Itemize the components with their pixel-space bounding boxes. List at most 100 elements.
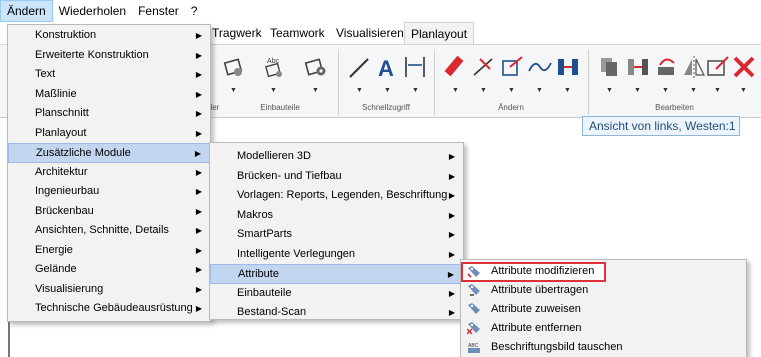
dropdown-caret-icon[interactable]: ▼ xyxy=(536,87,543,94)
menu-aendern[interactable]: Ändern xyxy=(0,0,53,22)
menu3-item-attribute-übertragen[interactable]: Attribute übertragen xyxy=(461,281,746,301)
menu-item-label: Modellieren 3D xyxy=(237,150,311,162)
dropdown-caret-icon[interactable]: ▼ xyxy=(606,87,613,94)
move-tool-icon[interactable]: ▼ xyxy=(624,53,652,94)
delete-tool-icon[interactable]: ▼ xyxy=(730,53,758,94)
dropdown-caret-icon[interactable]: ▼ xyxy=(740,87,747,94)
dropdown-caret-icon[interactable]: ▼ xyxy=(564,87,571,94)
submenu-arrow-icon: ▶ xyxy=(195,50,202,60)
menu-item-label: Planlayout xyxy=(35,126,87,139)
dropdown-caret-icon[interactable]: ▼ xyxy=(714,87,721,94)
menu-item-label: Brücken- und Tiefbau xyxy=(237,169,342,182)
view-label: Ansicht von links, Westen:1 xyxy=(582,116,740,136)
menu-item-label: Erweiterte Konstruktion xyxy=(35,48,149,61)
svg-text:A: A xyxy=(378,56,394,81)
eraser-tool-icon[interactable]: ▼ xyxy=(442,53,470,94)
dropdown-caret-icon[interactable]: ▼ xyxy=(508,87,515,94)
dropdown-caret-icon[interactable]: ▼ xyxy=(480,87,487,94)
menu1-item-erweiterte-konstruktion[interactable]: Erweiterte Konstruktion ▶ xyxy=(8,46,210,66)
dropdown-caret-icon[interactable]: ▼ xyxy=(634,87,641,94)
menu1-item-technische-gebäudeausrüstung[interactable]: Technische Gebäudeausrüstung ▶ xyxy=(8,299,210,319)
menu-help[interactable]: ? xyxy=(185,0,204,22)
grid-tool-icon[interactable]: ▼ xyxy=(220,53,248,94)
join-tool-icon[interactable]: ▼ xyxy=(554,53,582,94)
menu2-item-makros[interactable]: Makros ▶ xyxy=(210,206,463,226)
menu-item-label: Gelände xyxy=(35,263,77,275)
dropdown-caret-icon[interactable]: ▼ xyxy=(356,87,363,94)
dropdown-caret-icon[interactable]: ▼ xyxy=(270,87,277,94)
menu2-item-einbauteile[interactable]: Einbauteile ▶ xyxy=(210,284,463,304)
submenu-arrow-icon: ▶ xyxy=(448,249,455,259)
menu-zusaetzliche-module: Modellieren 3D ▶ Brücken- und Tiefbau ▶ Vorl… xyxy=(209,142,464,320)
menu-item-label: Beschriftungsbild tauschen xyxy=(491,341,623,353)
submenu-arrow-icon: ▶ xyxy=(194,149,201,158)
submenu-arrow-icon: ▶ xyxy=(195,89,202,99)
resize-tool-icon[interactable]: ▼ xyxy=(704,53,732,94)
dropdown-caret-icon[interactable]: ▼ xyxy=(452,87,459,94)
menu1-item-architektur[interactable]: Architektur ▶ xyxy=(8,163,210,183)
menu3-item-attribute-entfernen[interactable]: Attribute entfernen xyxy=(461,319,746,339)
menu1-item-ingenieurbau[interactable]: Ingenieurbau ▶ xyxy=(8,182,210,202)
menu3-item-beschriftungsbild-tauschen[interactable]: ABC Beschriftungsbild tauschen xyxy=(461,338,746,357)
dropdown-caret-icon[interactable]: ▼ xyxy=(690,87,697,94)
menu1-item-gelände[interactable]: Gelände ▶ xyxy=(8,260,210,280)
menu1-item-visualisierung[interactable]: Visualisierung ▶ xyxy=(8,280,210,300)
menu-item-label: Bestand-Scan xyxy=(237,306,307,318)
menu2-item-brücken-und-tiefbau[interactable]: Brücken- und Tiefbau ▶ xyxy=(210,167,463,187)
attribute-modify-icon xyxy=(467,265,481,278)
tab-visualisieren[interactable]: Visualisieren xyxy=(330,22,410,44)
menu3-item-attribute-zuweisen[interactable]: Attribute zuweisen xyxy=(461,300,746,320)
menu2-item-bestand-scan[interactable]: Bestand-Scan ▶ xyxy=(210,303,463,323)
text-tool-icon[interactable]: A ▼ xyxy=(374,53,402,94)
tab-teamwork[interactable]: Teamwork xyxy=(264,22,331,44)
copy-tool-icon[interactable]: ▼ xyxy=(596,53,624,94)
menu-item-label: Architektur xyxy=(35,165,88,178)
submenu-arrow-icon: ▶ xyxy=(195,206,202,216)
curve-tool-icon[interactable]: ▼ xyxy=(526,53,554,94)
submenu-arrow-icon: ▶ xyxy=(448,191,455,200)
submenu-arrow-icon: ▶ xyxy=(195,265,202,274)
submenu-arrow-icon: ▶ xyxy=(448,308,455,317)
group-label-schnellzugriff: Schnellzugriff xyxy=(362,103,410,112)
submenu-arrow-icon: ▶ xyxy=(195,187,202,196)
dropdown-caret-icon[interactable]: ▼ xyxy=(662,87,669,94)
menu1-item-brückenbau[interactable]: Brückenbau ▶ xyxy=(8,202,210,222)
menu2-item-modellieren-3d[interactable]: Modellieren 3D ▶ xyxy=(210,147,463,167)
menu1-item-ansichten-schnitte-details[interactable]: Ansichten, Schnitte, Details ▶ xyxy=(8,221,210,241)
tab-tragwerk[interactable]: Tragwerk xyxy=(206,22,268,44)
menu1-item-planlayout[interactable]: Planlayout ▶ xyxy=(8,124,210,144)
menu1-item-konstruktion[interactable]: Konstruktion ▶ xyxy=(8,26,210,46)
settings-tool-icon[interactable]: ▼ xyxy=(302,53,330,94)
menu1-item-zusätzliche-module[interactable]: Zusätzliche Module ▶ xyxy=(8,143,210,163)
menu3-item-attribute-modifizieren[interactable]: Attribute modifizieren xyxy=(461,262,606,282)
attribute-remove-icon xyxy=(466,322,481,335)
menu-item-label: Zusätzliche Module xyxy=(36,147,131,159)
menu-wiederholen[interactable]: Wiederholen xyxy=(53,0,132,22)
rotate-tool-icon[interactable]: ▼ xyxy=(652,53,680,94)
dropdown-caret-icon[interactable]: ▼ xyxy=(312,87,319,94)
menu1-item-maßlinie[interactable]: Maßlinie ▶ xyxy=(8,85,210,105)
line-tool-icon[interactable]: ▼ xyxy=(346,53,374,94)
submenu-arrow-icon: ▶ xyxy=(195,245,202,255)
menu2-item-intelligente-verlegungen[interactable]: Intelligente Verlegungen ▶ xyxy=(210,245,463,265)
dropdown-caret-icon[interactable]: ▼ xyxy=(230,87,237,94)
menu-fenster[interactable]: Fenster xyxy=(132,0,185,22)
menu2-item-attribute[interactable]: Attribute ▶ xyxy=(210,264,463,284)
tab-planlayout[interactable]: Planlayout xyxy=(404,22,475,44)
dimension-tool-icon[interactable]: ▼ xyxy=(402,53,430,94)
menu2-item-smartparts[interactable]: SmartParts ▶ xyxy=(210,225,463,245)
trim-tool-icon[interactable]: ▼ xyxy=(470,53,498,94)
submenu-arrow-icon: ▶ xyxy=(195,31,202,40)
stretch-tool-icon[interactable]: ▼ xyxy=(498,53,526,94)
menu1-item-planschnitt[interactable]: Planschnitt ▶ xyxy=(8,104,210,124)
menu-item-label: Visualisierung xyxy=(35,282,104,295)
dropdown-caret-icon[interactable]: ▼ xyxy=(412,87,419,94)
abc-tool-icon[interactable]: Abc ▼ xyxy=(260,53,288,94)
submenu-arrow-icon: ▶ xyxy=(447,270,454,279)
group-label-aendern: Ändern xyxy=(498,103,524,112)
menu1-item-energie[interactable]: Energie ▶ xyxy=(8,241,210,261)
canvas-edge-line xyxy=(8,320,10,357)
menu2-item-vorlagen-reports-legenden-beschriftung[interactable]: Vorlagen: Reports, Legenden, Beschriftun… xyxy=(210,186,463,206)
menu1-item-text[interactable]: Text ▶ xyxy=(8,65,210,85)
dropdown-caret-icon[interactable]: ▼ xyxy=(384,87,391,94)
